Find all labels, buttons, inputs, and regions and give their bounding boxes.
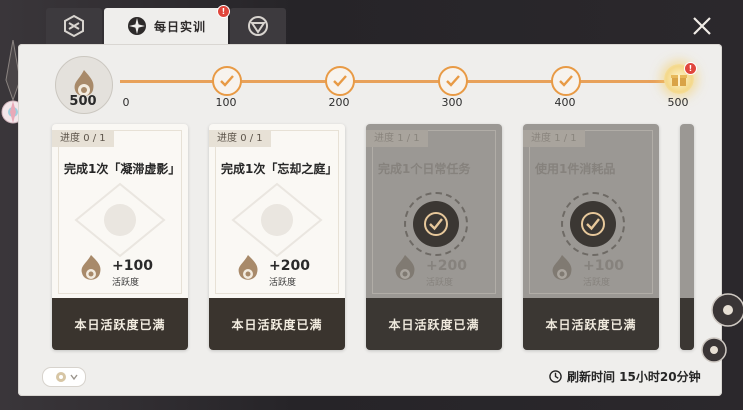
triangle-ring-icon: [248, 16, 268, 36]
check-icon: [333, 75, 347, 87]
reward-amount: +200: [426, 258, 467, 274]
milestone-check: [325, 66, 355, 96]
emblem-switch-button[interactable]: [42, 367, 86, 387]
task-card-partial[interactable]: [680, 124, 694, 350]
milestone-label: 100: [215, 96, 237, 109]
emblem-dropdown-icon: [56, 372, 78, 382]
check-icon: [220, 75, 234, 87]
card-status-button[interactable]: 本日活跃度已满: [366, 298, 502, 350]
card-status-button[interactable]: 本日活跃度已满: [209, 298, 345, 350]
progress-tag-label: 进度: [531, 133, 551, 144]
cube-icon: [64, 14, 84, 38]
progress-tag-value: 0 / 1: [240, 133, 263, 144]
progress-tag-label: 进度: [60, 133, 80, 144]
milestone-100[interactable]: [212, 66, 242, 96]
tab-daily-training[interactable]: 每日实训 !: [104, 5, 230, 44]
progress-tag-label: 进度: [217, 133, 237, 144]
milestone-200[interactable]: [325, 66, 355, 96]
check-circle-icon: [424, 212, 448, 236]
reward-unit: 活跃度: [426, 278, 454, 288]
activity-point-icon: [395, 255, 415, 280]
emblem-watermark-icon: [231, 182, 323, 258]
milestone-500-gift[interactable]: !: [664, 62, 697, 94]
progress-track: [120, 80, 680, 83]
milestone-check: [551, 66, 581, 96]
task-title: 使用1件消耗品: [535, 162, 616, 176]
clock-icon: [549, 370, 562, 383]
task-card-completed[interactable]: 进度 1 / 1 使用1件消耗品 +100 活跃度 本日活跃度已满: [523, 124, 659, 350]
notification-badge: !: [684, 62, 697, 75]
activity-point-icon: [81, 255, 101, 280]
progress-start-label: 0: [122, 96, 130, 109]
reward-unit: 活跃度: [112, 278, 140, 288]
completed-check: [404, 192, 468, 256]
emblem-watermark-icon: [74, 182, 166, 258]
task-card[interactable]: 进度 0 / 1 完成1次「忘却之庭」 +200 活跃度 本日活跃度已满: [209, 124, 345, 350]
progress-tag: 进度 1 / 1: [366, 130, 428, 147]
task-title: 完成1次「忘却之庭」: [221, 162, 338, 176]
milestone-300[interactable]: [438, 66, 468, 96]
milestone-label: 200: [328, 96, 350, 109]
activity-point-icon: [238, 255, 258, 280]
refresh-label: 刷新时间 15小时20分钟: [567, 370, 701, 384]
tab-cube[interactable]: [46, 8, 102, 44]
task-card[interactable]: 进度 0 / 1 完成1次「凝滞虚影」 +100 活跃度 本日活跃度已满: [52, 124, 188, 350]
card-status-button[interactable]: 本日活跃度已满: [523, 298, 659, 350]
progress-tag: 进度 1 / 1: [523, 130, 585, 147]
milestone-label: 300: [441, 96, 463, 109]
completed-check: [561, 192, 625, 256]
progress-tag: 进度 0 / 1: [209, 130, 271, 147]
check-circle-icon: [581, 212, 605, 236]
notification-badge: !: [217, 5, 230, 18]
progress-tag: 进度 0 / 1: [52, 130, 114, 147]
progress-tag-value: 1 / 1: [554, 133, 577, 144]
progress-tag-label: 进度: [374, 133, 394, 144]
card-status-button[interactable]: [680, 298, 694, 350]
reward-amount: +100: [583, 258, 624, 274]
tab-label: 每日实训: [153, 19, 206, 34]
check-icon: [446, 75, 460, 87]
progress-tag-value: 1 / 1: [397, 133, 420, 144]
task-title: 完成1次「凝滞虚影」: [64, 162, 181, 176]
card-status-button[interactable]: 本日活跃度已满: [52, 298, 188, 350]
milestone-check: [438, 66, 468, 96]
refresh-timer: 刷新时间 15小时20分钟: [549, 368, 701, 385]
milestone-label: 400: [554, 96, 576, 109]
task-card-completed[interactable]: 进度 1 / 1 完成1个日常任务 +200 活跃度 本日活跃度已满: [366, 124, 502, 350]
check-icon: [559, 75, 573, 87]
compass-icon: [127, 17, 146, 35]
task-title: 完成1个日常任务: [378, 162, 471, 176]
reward-amount: +200: [269, 258, 310, 274]
reward-amount: +100: [112, 258, 153, 274]
activity-point-icon: [552, 255, 572, 280]
progress-tag-value: 0 / 1: [83, 133, 106, 144]
reward-unit: 活跃度: [269, 278, 297, 288]
milestone-400[interactable]: [551, 66, 581, 96]
tab-bar: 每日实训 !: [46, 5, 288, 44]
reward-unit: 活跃度: [583, 278, 611, 288]
milestone-label: 500: [667, 96, 689, 109]
milestone-check: [212, 66, 242, 96]
close-icon[interactable]: [690, 14, 714, 38]
tab-triangle[interactable]: [230, 8, 286, 44]
flower-ornament-icon: [701, 293, 743, 363]
